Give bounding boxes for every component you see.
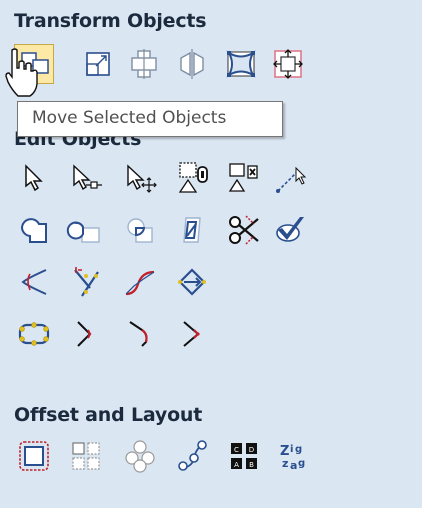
svg-text:A: A <box>234 461 239 469</box>
curve-fit-button[interactable] <box>120 262 160 302</box>
scissors-icon <box>229 215 259 245</box>
svg-text:i: i <box>290 444 293 455</box>
close-vector-icon <box>18 322 50 346</box>
align-objects-button[interactable] <box>124 44 164 84</box>
array-copy-icon <box>72 442 100 470</box>
scissors-button[interactable] <box>224 210 264 250</box>
weld-vectors-button[interactable] <box>14 210 54 250</box>
curve-edit-button[interactable] <box>120 314 160 354</box>
set-position-button[interactable] <box>268 44 308 84</box>
circular-array-icon <box>125 440 155 473</box>
copy-along-icon <box>178 440 207 471</box>
extend-vector-button[interactable] <box>66 314 106 354</box>
select-icon <box>25 164 43 192</box>
select-objects-button[interactable] <box>14 158 54 198</box>
extend-icon <box>77 321 92 347</box>
intersect-icon <box>127 218 153 243</box>
validate-vectors-button[interactable] <box>270 210 310 250</box>
hand-cursor-icon <box>5 48 38 97</box>
svg-text:a: a <box>290 459 297 472</box>
node-editing-button[interactable] <box>66 158 106 198</box>
join-vectors-button[interactable] <box>172 262 212 302</box>
svg-text:z: z <box>282 457 288 470</box>
ungroup-icon <box>228 163 258 192</box>
node-edit-icon <box>73 164 102 191</box>
fillet-icon <box>21 269 47 295</box>
set-position-icon <box>273 49 303 79</box>
validate-icon <box>276 217 304 242</box>
nest-parts-button[interactable]: C D A B <box>224 436 264 476</box>
close-vector-button[interactable] <box>14 314 54 354</box>
scale-objects-button[interactable] <box>78 44 118 84</box>
group-icon <box>178 162 208 193</box>
offset-icon <box>19 441 49 471</box>
text-fit-icon: Z i g z a g <box>280 444 305 472</box>
copy-along-vector-button[interactable] <box>172 436 212 476</box>
subtract-icon <box>66 221 100 243</box>
offset-vectors-button[interactable] <box>14 436 54 476</box>
mirror-icon <box>180 49 204 79</box>
section-title-transform: Transform Objects <box>14 10 207 32</box>
text-fit-button[interactable]: Z i g z a g <box>272 436 312 476</box>
svg-text:B: B <box>249 461 254 469</box>
corner-button[interactable] <box>66 262 106 302</box>
group-objects-button[interactable] <box>174 158 214 198</box>
smooth-node-icon <box>183 321 200 347</box>
distort-icon <box>226 50 256 78</box>
intersect-vectors-button[interactable] <box>120 210 160 250</box>
interactive-transform-icon <box>127 164 157 193</box>
svg-text:D: D <box>249 446 254 454</box>
ungroup-objects-button[interactable] <box>224 158 264 198</box>
trim-vectors-button[interactable] <box>172 210 212 250</box>
join-icon <box>178 268 206 296</box>
interactive-transform-button[interactable] <box>120 158 160 198</box>
section-title-offset: Offset and Layout <box>14 404 203 426</box>
subtract-vectors-button[interactable] <box>66 210 106 250</box>
toolbox-panel: Transform Objects Edit Objects Offset an… <box>0 0 422 508</box>
measure-icon <box>276 166 307 193</box>
array-copy-button[interactable] <box>66 436 106 476</box>
weld-icon <box>20 218 47 243</box>
circular-array-button[interactable] <box>120 436 160 476</box>
corner-icon <box>74 267 99 297</box>
curve-edit-icon <box>129 321 148 347</box>
distort-objects-button[interactable] <box>222 44 262 84</box>
tooltip: Move Selected Objects <box>17 101 283 137</box>
nest-icon: C D A B <box>231 443 257 469</box>
svg-text:g: g <box>295 444 302 455</box>
svg-text:g: g <box>298 458 305 469</box>
curve-fit-icon <box>125 270 155 296</box>
svg-text:C: C <box>234 446 239 454</box>
measure-button[interactable] <box>270 158 310 198</box>
tooltip-text: Move Selected Objects <box>32 108 227 128</box>
fillet-button[interactable] <box>14 262 54 302</box>
smooth-node-button[interactable] <box>172 314 212 354</box>
mirror-objects-button[interactable] <box>172 44 212 84</box>
scale-icon <box>86 52 110 76</box>
align-icon <box>131 49 157 79</box>
trim-icon <box>183 217 201 243</box>
